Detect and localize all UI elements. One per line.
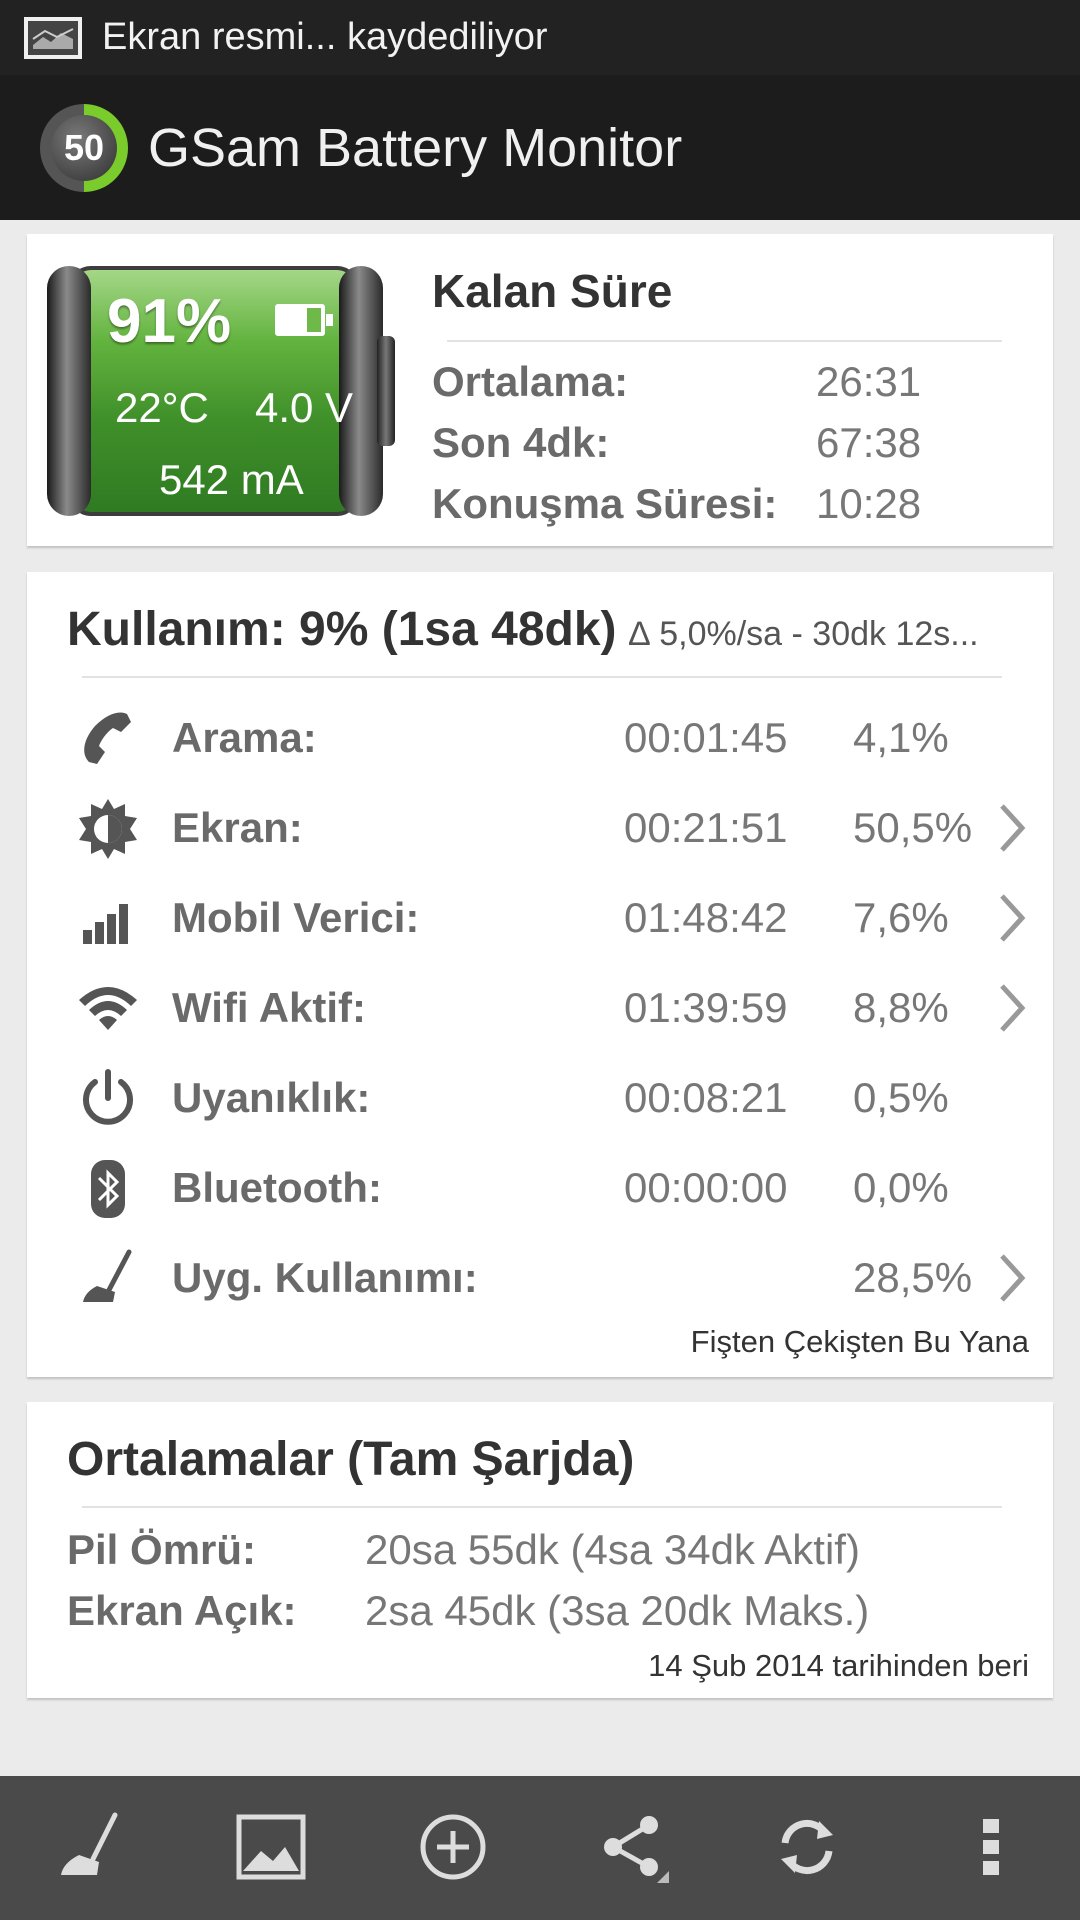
app-logo[interactable]: 50 [40,103,128,192]
usage-percent: 7,6% [853,894,949,941]
usage-card: Kullanım: 9% (1sa 48dk) ∆ 5,0%/sa - 30dk… [27,572,1053,1377]
usage-label: Arama: [172,714,317,761]
averages-value: 2sa 45dk (3sa 20dk Maks.) [365,1587,870,1634]
chevron-right-icon[interactable] [992,890,1032,946]
averages-card: Ortalamalar (Tam Şarjda) Pil Ömrü: 20sa … [27,1402,1053,1698]
usage-title: Kullanım: 9% (1sa 48dk) [67,603,617,656]
remaining-value: 67:38 [816,419,922,466]
phone-icon [75,706,141,772]
chevron-right-icon[interactable] [992,980,1032,1036]
power-icon [75,1066,141,1132]
battery-level-icon [275,304,333,336]
remaining-label: Konuşma Süresi: [432,480,778,527]
usage-time: 00:21:51 [624,804,788,851]
remaining-value: 10:28 [816,480,922,527]
bluetooth-icon [75,1156,141,1222]
screenshot-icon [24,16,82,59]
battery-voltage: 4.0 V [255,384,354,431]
usage-percent: 50,5% [853,804,973,851]
broom-icon [75,1246,141,1312]
status-bar: Ekran resmi... kaydediliyor [0,0,1080,75]
chevron-right-icon[interactable] [992,1250,1032,1306]
remaining-row-last4min: Son 4dk: 67:38 [432,419,1032,479]
usage-percent: 8,8% [853,984,949,1031]
usage-footer: Fişten Çekişten Bu Yana [690,1324,1029,1359]
usage-label: Uyg. Kullanımı: [172,1254,478,1301]
remaining-row-average: Ortalama: 26:31 [432,358,1032,418]
usage-time: 01:39:59 [624,984,788,1031]
usage-label: Bluetooth: [172,1164,382,1211]
usage-time: 00:00:00 [624,1164,788,1211]
overflow-menu-icon[interactable] [946,1802,1036,1892]
averages-label: Ekran Açık: [67,1587,297,1634]
averages-value: 20sa 55dk (4sa 34dk Aktif) [365,1526,860,1573]
usage-header: Kullanım: 9% (1sa 48dk) ∆ 5,0%/sa - 30dk… [67,602,1027,657]
usage-percent: 0,0% [853,1164,949,1211]
divider [82,676,1002,678]
averages-footer: 14 Şub 2014 tarihinden beri [648,1648,1029,1683]
usage-delta: ∆ 5,0%/sa - 30dk 12s... [628,615,979,653]
usage-time: 00:01:45 [624,714,788,761]
wifi-icon [75,976,141,1042]
usage-row-app-usage[interactable]: Uyg. Kullanımı: 28,5% [27,1236,1053,1316]
usage-label: Uyanıklık: [172,1074,371,1121]
battery-temperature: 22°C [115,384,209,431]
divider [447,340,1002,342]
brightness-icon [75,796,141,862]
signal-bars-icon [75,886,141,952]
remaining-label: Son 4dk: [432,419,610,466]
usage-percent: 0,5% [853,1074,949,1121]
battery-status-card: 91% 22°C 4.0 V 542 mA Kalan Süre Ortalam… [27,234,1053,546]
averages-label: Pil Ömrü: [67,1526,257,1573]
app-logo-value: 50 [51,114,117,181]
usage-label: Ekran: [172,804,303,851]
divider [82,1506,1002,1508]
averages-title: Ortalamalar (Tam Şarjda) [67,1433,635,1486]
usage-time: 00:08:21 [624,1074,788,1121]
usage-label: Wifi Aktif: [172,984,367,1031]
usage-row-mobile-radio[interactable]: Mobil Verici: 01:48:42 7,6% [27,876,1053,956]
usage-row-awake[interactable]: Uyanıklık: 00:08:21 0,5% [27,1056,1053,1136]
battery-graphic[interactable]: 91% 22°C 4.0 V 542 mA [47,266,397,516]
usage-row-wifi[interactable]: Wifi Aktif: 01:39:59 8,8% [27,966,1053,1046]
remaining-value: 26:31 [816,358,922,405]
usage-percent: 4,1% [853,714,949,761]
usage-label: Mobil Verici: [172,894,420,941]
usage-row-call[interactable]: Arama: 00:01:45 4,1% [27,696,1053,776]
usage-percent: 28,5% [853,1254,973,1301]
usage-time: 01:48:42 [624,894,788,941]
action-bar: 50 GSam Battery Monitor [0,75,1080,220]
remaining-title: Kalan Süre [432,265,673,317]
battery-terminal [377,336,395,446]
battery-current: 542 mA [159,456,304,503]
broom-icon[interactable] [46,1802,136,1892]
app-title: GSam Battery Monitor [148,117,683,178]
battery-percent: 91% [107,287,232,356]
battery-cap-left [47,266,91,516]
usage-row-bluetooth[interactable]: Bluetooth: 00:00:00 0,0% [27,1146,1053,1226]
refresh-icon[interactable] [762,1802,852,1892]
notification-text: Ekran resmi... kaydediliyor [102,16,548,58]
usage-row-screen[interactable]: Ekran: 00:21:51 50,5% [27,786,1053,866]
remaining-row-talktime: Konuşma Süresi: 10:28 [432,480,1032,540]
share-icon[interactable] [588,1802,678,1892]
image-icon[interactable] [226,1802,316,1892]
chevron-right-icon[interactable] [992,800,1032,856]
bottom-toolbar [0,1776,1080,1920]
add-circle-icon[interactable] [408,1802,498,1892]
remaining-label: Ortalama: [432,358,629,405]
